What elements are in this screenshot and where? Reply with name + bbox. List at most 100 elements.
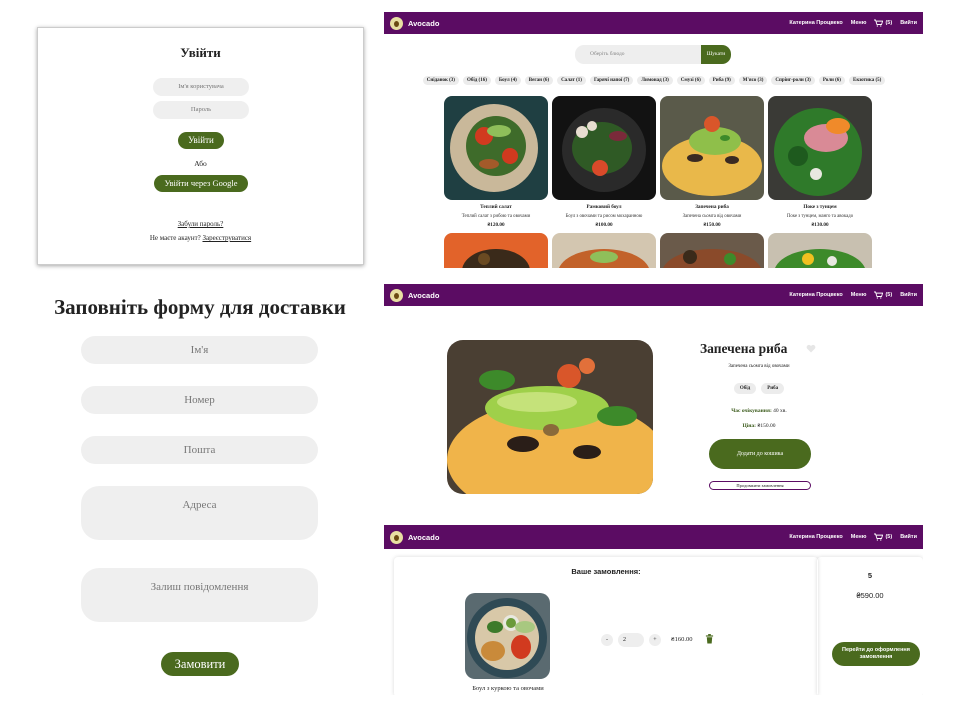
card-desc: Запечена сьомга від овочами	[682, 214, 742, 219]
wait-label: Час очікування:	[731, 408, 772, 414]
email-field[interactable]: Пошта	[81, 436, 318, 464]
search-bar: Оберіть блюдо Шукати	[575, 45, 731, 64]
brand-name: Avocado	[408, 532, 440, 542]
dish-photo[interactable]	[768, 233, 872, 268]
forgot-password-link[interactable]: Забули пароль?	[38, 220, 363, 228]
quantity-input[interactable]: 2	[618, 633, 644, 647]
delivery-form-title: Заповніть форму для доставки	[54, 295, 346, 319]
menu-card[interactable]: Поке з тунцем Поке з тунцем, манго та ав…	[768, 96, 872, 228]
category-chips: Сніданок (3) Обід (16) Боул (4) Веган (6) Са…	[419, 76, 889, 85]
nav-menu[interactable]: Меню	[851, 292, 867, 298]
search-input[interactable]: Оберіть блюдо	[575, 45, 701, 64]
message-field[interactable]: Залиш повідомлення	[81, 568, 318, 622]
cart-icon	[874, 19, 884, 27]
category-chip[interactable]: Гарячі напої (7)	[589, 76, 634, 85]
category-chip[interactable]: Салат (1)	[557, 76, 586, 85]
cart-icon	[874, 291, 884, 299]
menu-page: Avocado Катерина Процвеко Меню (5) Вийти…	[384, 12, 923, 268]
cart-item-name: Боул з куркою та овочами	[472, 685, 544, 692]
nav-cart[interactable]: (5)	[874, 291, 892, 299]
register-link[interactable]: Зареєструватися	[202, 234, 251, 242]
price-label: Ціна:	[742, 423, 756, 429]
nav-logout[interactable]: Вийти	[900, 292, 917, 298]
dish-photo	[660, 96, 764, 200]
dish-photo[interactable]	[660, 233, 764, 268]
nav-user[interactable]: Катерина Процвеко	[789, 534, 842, 540]
card-title: Рамковий боул	[586, 204, 622, 210]
navbar: Avocado Катерина Процвеко Меню (5) Вийти	[384, 12, 923, 34]
address-field[interactable]: Адреса	[81, 486, 318, 540]
category-chip[interactable]: Веган (6)	[524, 76, 554, 85]
nav-logout[interactable]: Вийти	[900, 20, 917, 26]
product-title: Запечена риба	[700, 341, 788, 356]
continue-order-button[interactable]: Продовжити замовлення	[709, 481, 811, 490]
order-title: Ваше замовлення:	[571, 567, 641, 576]
card-title: Поке з тунцем	[803, 204, 837, 210]
nav-cart[interactable]: (5)	[874, 19, 892, 27]
tag-chip[interactable]: Обід	[733, 383, 757, 394]
card-title: Теплий салат	[480, 204, 512, 210]
add-to-cart-button[interactable]: Додати до кошика	[709, 439, 811, 469]
category-chip[interactable]: Екзотика (5)	[848, 76, 886, 85]
google-login-button[interactable]: Увійти через Google	[154, 175, 248, 192]
product-desc: Запечена сьомга від овочами	[728, 364, 790, 369]
card-desc: Теплий салат з рибою та овочами	[461, 214, 531, 219]
product-photo	[447, 340, 653, 494]
category-chip[interactable]: М'ясо (3)	[738, 76, 768, 85]
cart-icon	[874, 533, 884, 541]
card-price: ₴100.00	[595, 222, 613, 228]
category-chip[interactable]: Спрінг-роли (3)	[771, 76, 815, 85]
category-chip[interactable]: Лимонад (3)	[637, 76, 673, 85]
menu-card[interactable]: Запечена риба Запечена сьомга від овочам…	[660, 96, 764, 228]
category-chip[interactable]: Роли (6)	[818, 76, 845, 85]
nav-user[interactable]: Катерина Процвеко	[789, 20, 842, 26]
category-chip[interactable]: Обід (16)	[462, 76, 491, 85]
category-chip[interactable]: Сніданок (3)	[422, 76, 459, 85]
dish-photo[interactable]	[444, 233, 548, 268]
nav-menu[interactable]: Меню	[851, 534, 867, 540]
tag-chip[interactable]: Риба	[761, 383, 785, 394]
order-button[interactable]: Замовити	[161, 652, 239, 676]
login-button[interactable]: Увійти	[178, 132, 224, 149]
card-price: ₴120.00	[487, 222, 505, 228]
menu-card[interactable]: Рамковий боул Боул з овочами та рисом мо…	[552, 96, 656, 228]
nav-cart[interactable]: (5)	[874, 533, 892, 541]
phone-field[interactable]: Номер	[81, 386, 318, 414]
password-input[interactable]: Пароль	[153, 101, 249, 119]
cart-item-price: ₴160.00	[671, 636, 693, 643]
nav-menu[interactable]: Меню	[851, 20, 867, 26]
trash-icon[interactable]	[705, 634, 714, 644]
name-field[interactable]: Ім'я	[81, 336, 318, 364]
no-account-text: Не маєте акаунт?	[149, 234, 201, 242]
order-list-panel: Ваше замовлення: Боул з куркою та овочам…	[394, 557, 818, 695]
avocado-icon	[390, 530, 403, 544]
product-price: Ціна: ₴150.00	[684, 423, 834, 429]
nav-user[interactable]: Катерина Процвеко	[789, 292, 842, 298]
category-chip[interactable]: Риба (9)	[708, 76, 735, 85]
message-placeholder: Залиш повідомлення	[150, 581, 249, 593]
card-title: Запечена риба	[695, 204, 729, 210]
search-button[interactable]: Шукати	[701, 45, 731, 64]
dish-photo	[552, 96, 656, 200]
favorite-heart-icon[interactable]	[806, 344, 816, 353]
dish-photo	[444, 96, 548, 200]
increase-quantity-button[interactable]: +	[649, 634, 661, 646]
brand-logo[interactable]: Avocado	[390, 530, 440, 544]
brand-logo[interactable]: Avocado	[390, 288, 439, 302]
total-count: 5	[867, 571, 873, 580]
checkout-button[interactable]: Перейти до оформлення замовлення	[832, 642, 920, 666]
decrease-quantity-button[interactable]: -	[601, 634, 613, 646]
nav-logout[interactable]: Вийти	[900, 534, 917, 540]
address-placeholder: Адреса	[182, 499, 217, 511]
category-chip[interactable]: Боул (4)	[494, 76, 521, 85]
category-chip[interactable]: Смузі (6)	[676, 76, 705, 85]
navbar: Avocado Катерина Процвеко Меню (5) Вийти	[384, 525, 923, 549]
wait-value: 40 хв.	[773, 408, 787, 414]
username-input[interactable]: Ім'я користувача	[153, 78, 249, 96]
product-tags: Обід Риба	[684, 383, 834, 394]
avocado-icon	[390, 288, 403, 302]
quantity-stepper: - 2 +	[601, 633, 661, 647]
dish-photo[interactable]	[552, 233, 656, 268]
brand-logo[interactable]: Avocado	[390, 16, 439, 30]
menu-card[interactable]: Теплий салат Теплий салат з рибою та ово…	[444, 96, 548, 228]
